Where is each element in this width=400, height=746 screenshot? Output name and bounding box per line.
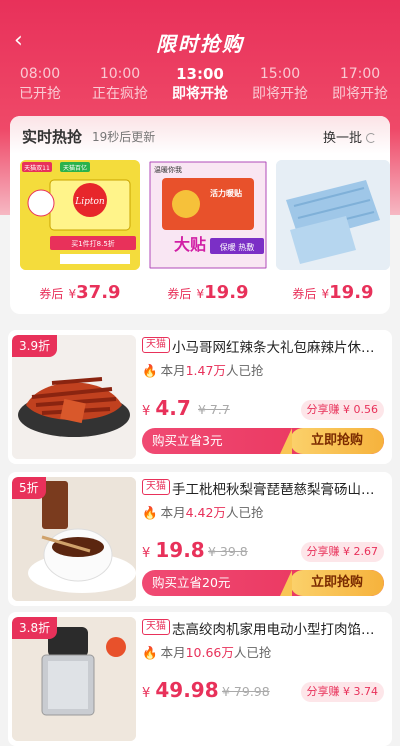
discount-badge: 5折 [12, 477, 46, 499]
tmall-badge: 天猫 [142, 337, 170, 353]
svg-text:温暖你我: 温暖你我 [154, 165, 182, 174]
savings-text: 购买立省3元 [152, 433, 223, 448]
time-slot-tabs: 08:00 已开抢 10:00 正在疯抢 13:00 即将开抢 15:00 即将开抢 1… [0, 64, 400, 108]
product-image: 3.8折 [12, 617, 136, 741]
time-slot-1000[interactable]: 10:00 正在疯抢 [80, 64, 160, 108]
sale-price: ¥ 19.8 [142, 538, 205, 562]
svg-text:大贴: 大贴 [174, 235, 206, 254]
hot-product-price: 券后 ¥37.9 [39, 282, 121, 303]
hot-product-image[interactable]: 天猫双11 天猫百亿 Lipton 买1件打8.5折 [20, 160, 140, 270]
original-price: ¥ 7.7 [198, 402, 230, 417]
refresh-icon [366, 133, 376, 143]
list-item[interactable]: 3.8折 天猫 志高绞肉机家用电动小型打肉馅搅拌机 🔥 本月10.66万人已抢 ¥… [8, 612, 392, 746]
fire-icon: 🔥 [142, 363, 158, 378]
buy-now-button[interactable]: 立即抢购 [280, 428, 384, 454]
sale-price: ¥ 4.7 [142, 396, 191, 420]
time-slot-1500[interactable]: 15:00 即将开抢 [240, 64, 320, 108]
time-slot-0800[interactable]: 08:00 已开抢 [0, 64, 80, 108]
list-item[interactable]: 3.9折 天猫 小马哥网红辣条大礼包麻辣片休闲零食 🔥 本月1.47万人已抢 ¥ … [8, 330, 392, 464]
svg-text:天猫双11: 天猫双11 [24, 164, 50, 172]
time-slot-1700[interactable]: 17:00 即将开抢 [320, 64, 400, 108]
share-earn-button[interactable]: 分享赚 ¥ 2.67 [300, 542, 384, 562]
hot-deals-title: 实时热抢 [22, 128, 83, 146]
svg-text:天猫百亿: 天猫百亿 [63, 164, 87, 172]
product-image: 5折 [12, 477, 136, 601]
hot-product-price: 券后 ¥19.9 [167, 282, 249, 303]
original-price: ¥ 39.8 [208, 544, 248, 559]
discount-badge: 3.9折 [12, 335, 58, 357]
list-item[interactable]: 5折 天猫 手工枇杷秋梨膏琵琶慈梨膏砀山纯梨膏 🔥 本月4.42万人已抢 ¥ 19… [8, 472, 392, 606]
tea-box-image: 天猫双11 天猫百亿 Lipton 买1件打8.5折 [20, 160, 140, 270]
share-earn-button[interactable]: 分享赚 ¥ 0.56 [300, 400, 384, 420]
hot-deals-panel: 实时热抢 19秒后更新 换一批 天猫双11 天猫百亿 Lipton 买1件打8.… [10, 116, 390, 314]
warm-patch-image: 温暖你我 活力暖贴 大贴 保暖 热敷 [148, 160, 268, 270]
buy-bar[interactable]: 购买立省3元 立即抢购 [142, 428, 384, 454]
product-name: 志高绞肉机家用电动小型打肉馅搅拌机 [172, 622, 386, 638]
fire-icon: 🔥 [142, 505, 158, 520]
tmall-badge: 天猫 [142, 619, 170, 635]
hot-product-price: 券后 ¥19.9 [292, 282, 374, 303]
sold-count: 🔥 本月10.66万人已抢 [142, 645, 272, 660]
sale-price: ¥ 49.98 [142, 678, 219, 702]
refresh-button[interactable]: 换一批 [323, 127, 376, 146]
product-name: 小马哥网红辣条大礼包麻辣片休闲零食 [172, 340, 386, 356]
sold-count: 🔥 本月1.47万人已抢 [142, 363, 264, 378]
hot-product-image[interactable]: 温暖你我 活力暖贴 大贴 保暖 热敷 [148, 160, 268, 270]
savings-text: 购买立省20元 [152, 575, 231, 590]
fire-icon: 🔥 [142, 645, 158, 660]
svg-text:保暖 热敷: 保暖 热敷 [220, 242, 255, 252]
product-image: 3.9折 [12, 335, 136, 459]
svg-text:活力暖贴: 活力暖贴 [210, 188, 242, 198]
svg-text:Lipton: Lipton [74, 197, 105, 207]
sold-count: 🔥 本月4.42万人已抢 [142, 505, 264, 520]
discount-badge: 3.8折 [12, 617, 58, 639]
buy-bar[interactable]: 购买立省20元 立即抢购 [142, 570, 384, 596]
hot-product-image[interactable] [276, 160, 390, 270]
share-earn-button[interactable]: 分享赚 ¥ 3.74 [300, 682, 384, 702]
page-title: 限时抢购 [156, 32, 244, 56]
svg-text:买1件打8.5折: 买1件打8.5折 [71, 239, 115, 248]
product-name: 手工枇杷秋梨膏琵琶慈梨膏砀山纯梨膏 [172, 482, 386, 498]
original-price: ¥ 79.98 [222, 684, 270, 699]
buy-now-button[interactable]: 立即抢购 [280, 570, 384, 596]
time-slot-1300[interactable]: 13:00 即将开抢 [160, 64, 240, 108]
tmall-badge: 天猫 [142, 479, 170, 495]
face-mask-image [276, 160, 390, 270]
hot-deals-countdown: 19秒后更新 [92, 130, 156, 144]
